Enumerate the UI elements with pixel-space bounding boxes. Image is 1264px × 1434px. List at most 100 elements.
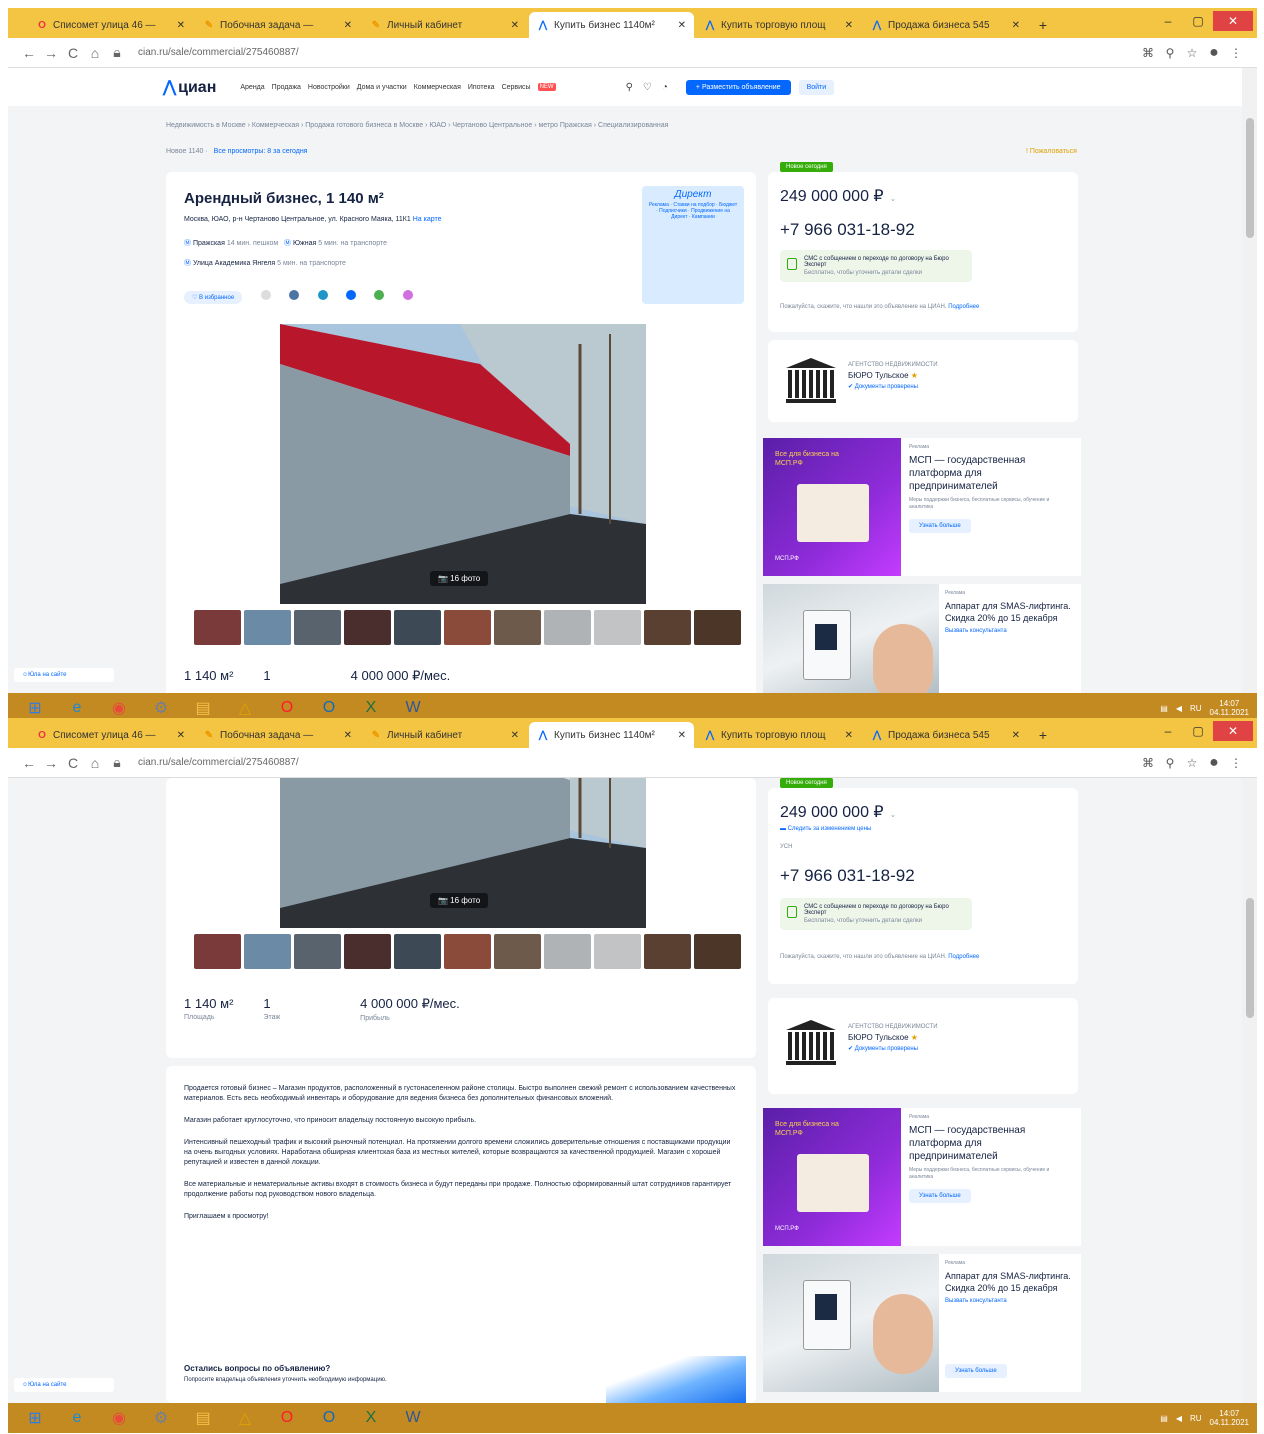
thumbnail[interactable] — [194, 610, 241, 645]
metro-name[interactable]: Южная — [293, 240, 316, 247]
tab-close-icon[interactable]: ✕ — [177, 20, 185, 31]
close-window-icon[interactable]: ✕ — [1213, 11, 1253, 31]
acrobat-icon[interactable]: △ — [230, 1406, 260, 1430]
ad-link[interactable]: Вызвать консультанта — [945, 1298, 1075, 1304]
nav-item[interactable]: Коммерческая — [414, 84, 461, 91]
agency-name[interactable]: БЮРО Тульское ★ — [848, 371, 938, 380]
ok-icon[interactable] — [345, 289, 356, 300]
new-tab-button[interactable]: + — [1030, 722, 1056, 748]
browser-tab[interactable]: ⋀ Купить торговую площ ✕ — [696, 722, 861, 748]
ad-smas[interactable]: Реклама Аппарат для SMAS-лифтинга. Скидк… — [763, 1254, 1081, 1392]
scrollbar[interactable] — [1242, 778, 1257, 1403]
tab-close-icon[interactable]: ✕ — [177, 730, 185, 741]
browser-tab[interactable]: ⋀ Купить торговую площ ✕ — [696, 12, 861, 38]
nav-item[interactable]: Новостройки — [308, 84, 350, 91]
chrome-icon[interactable]: ◉ — [104, 1406, 134, 1430]
thumbnail[interactable] — [244, 934, 291, 969]
word-icon[interactable]: W — [398, 696, 428, 720]
reload-icon[interactable]: C — [62, 45, 84, 61]
views-link[interactable]: Все просмотры: 8 за сегодня — [214, 148, 308, 155]
thumbnail[interactable] — [194, 934, 241, 969]
folder-icon[interactable]: ▤ — [188, 696, 218, 720]
thumbnail[interactable] — [344, 610, 391, 645]
scrollbar[interactable] — [1242, 68, 1257, 693]
menu-icon[interactable]: ⋮ — [1225, 46, 1247, 60]
browser-tab[interactable]: O Списомет улица 46 — ✕ — [28, 722, 193, 748]
new-tab-button[interactable]: + — [1030, 12, 1056, 38]
windows-start-icon[interactable]: ⊞ — [20, 1406, 50, 1430]
agency-logo[interactable] — [786, 1020, 836, 1066]
maximize-icon[interactable]: ▢ — [1183, 721, 1213, 741]
tab-close-icon[interactable]: ✕ — [845, 730, 853, 741]
map-link[interactable]: На карте — [413, 216, 442, 223]
nav-item[interactable]: Ипотека — [468, 84, 495, 91]
thumbnail[interactable] — [544, 934, 591, 969]
thumbnail[interactable] — [694, 934, 741, 969]
phone-note-link[interactable]: Подробнее — [948, 954, 979, 960]
browser-tab[interactable]: ✎ Побочная задача — ✕ — [195, 722, 360, 748]
scrollbar-thumb[interactable] — [1246, 118, 1254, 238]
translate-icon[interactable]: ⌘ — [1137, 46, 1159, 60]
ie-icon[interactable]: e — [62, 696, 92, 720]
ie-icon[interactable]: e — [62, 1406, 92, 1430]
ad-msp[interactable]: Все для бизнеса на МСП.РФ МСП.РФ Реклама… — [763, 1108, 1081, 1246]
tray-volume-icon[interactable]: ◀ — [1176, 1414, 1182, 1423]
search-icon[interactable]: ⚲ — [1159, 46, 1181, 60]
forward-icon[interactable]: → — [40, 755, 62, 771]
sms-box[interactable]: СМС с собщением о переходе по договору н… — [780, 250, 972, 282]
complain-link[interactable]: ! Пожаловаться — [1026, 148, 1077, 155]
login-button[interactable]: Войти — [798, 79, 835, 95]
search-icon[interactable]: ⚲ — [1159, 756, 1181, 770]
thumbnail[interactable] — [294, 934, 341, 969]
tray-clock[interactable]: 14:07 04.11.2021 — [1210, 699, 1249, 717]
chrome-icon[interactable]: ◉ — [104, 696, 134, 720]
tab-close-icon[interactable]: ✕ — [511, 730, 519, 741]
price-chevron-icon[interactable]: ⌄ — [890, 194, 897, 203]
thumbnail[interactable] — [244, 610, 291, 645]
ad-learn-more-button[interactable]: Узнать больше — [909, 1189, 971, 1203]
phone-number[interactable]: +7 966 031-18-92 — [780, 866, 915, 886]
menu-icon[interactable]: ⋮ — [1225, 756, 1247, 770]
browser-tab[interactable]: ⋀ Продажа бизнеса 545 ✕ — [863, 722, 1028, 748]
home-icon[interactable]: ⌂ — [84, 755, 106, 771]
nav-item[interactable]: Сервисы — [502, 84, 531, 91]
ad-smas[interactable]: Реклама Аппарат для SMAS-лифтинга. Скидк… — [763, 584, 1081, 693]
ad-learn-more-button[interactable]: Узнать больше — [945, 1364, 1007, 1378]
profile-icon[interactable]: ● — [1203, 44, 1225, 62]
tab-close-icon[interactable]: ✕ — [1012, 20, 1020, 31]
notifications-icon[interactable]: ◔ — [662, 82, 668, 93]
ad-msp[interactable]: Все для бизнеса на МСП.РФ МСП.РФ Реклама… — [763, 438, 1081, 576]
nav-item[interactable]: Аренда — [240, 84, 264, 91]
favorite-button[interactable]: ♡ В избранное — [184, 291, 243, 304]
back-icon[interactable]: ← — [18, 755, 40, 771]
thumbnail[interactable] — [644, 934, 691, 969]
profile-icon[interactable]: ● — [1203, 754, 1225, 772]
thumbnail[interactable] — [444, 934, 491, 969]
forward-icon[interactable]: → — [40, 45, 62, 61]
direct-ad-block[interactable]: Директ Реклама · Ставки на подбор · Бюдж… — [642, 186, 744, 304]
agency-name[interactable]: БЮРО Тульское ★ — [848, 1033, 938, 1042]
folder-icon[interactable]: ▤ — [188, 1406, 218, 1430]
share-icon[interactable] — [260, 289, 271, 300]
browser-tab[interactable]: O Списомет улица 46 — ✕ — [28, 12, 193, 38]
browser-tab-active[interactable]: ⋀ Купить бизнес 1140м² ✕ — [529, 722, 694, 748]
tab-close-icon[interactable]: ✕ — [678, 20, 686, 31]
tab-close-icon[interactable]: ✕ — [1012, 730, 1020, 741]
sms-box[interactable]: СМС с собщением о переходе по договору н… — [780, 898, 972, 930]
price-change-link[interactable]: ▬ Следить за изменением цены — [780, 826, 871, 832]
acrobat-icon[interactable]: △ — [230, 696, 260, 720]
thumbnail[interactable] — [544, 610, 591, 645]
thumbnail[interactable] — [494, 610, 541, 645]
phone-note-link[interactable]: Подробнее — [948, 304, 979, 310]
price-chevron-icon[interactable]: ⌄ — [890, 810, 897, 819]
url-field[interactable]: cian.ru/sale/commercial/275460887/ — [138, 757, 1137, 768]
outlook-icon[interactable]: O — [314, 696, 344, 720]
tray-volume-icon[interactable]: ◀ — [1176, 704, 1182, 713]
ad-link[interactable]: Вызвать консультанта — [945, 628, 1075, 634]
phone-number[interactable]: +7 966 031-18-92 — [780, 220, 915, 240]
thumbnail[interactable] — [694, 610, 741, 645]
browser-tab-active[interactable]: ⋀ Купить бизнес 1140м² ✕ — [529, 12, 694, 38]
viber-icon[interactable] — [402, 289, 413, 300]
search-icon[interactable]: ⚲ — [626, 82, 633, 93]
thumbnail[interactable] — [594, 934, 641, 969]
